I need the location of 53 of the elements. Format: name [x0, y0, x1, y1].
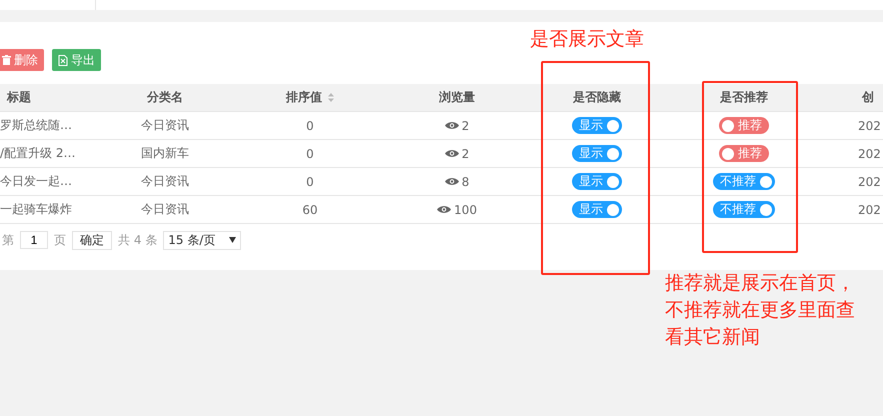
annotation-text: 是否展示文章	[530, 27, 644, 52]
table-cell-text: 今日资讯	[140, 117, 190, 134]
view-count: 2	[462, 146, 470, 160]
toggle-switch[interactable]: 显示	[572, 145, 622, 162]
trash-icon	[2, 55, 11, 65]
sort-icon[interactable]	[328, 93, 334, 102]
column-header: 分类名	[146, 89, 184, 106]
view-count: 100	[454, 202, 477, 216]
toggle-switch[interactable]: 显示	[572, 173, 622, 190]
total-count: 共 4 条	[118, 232, 158, 248]
table-cell-text: 60	[301, 202, 319, 218]
table-cell-text: 0	[305, 146, 315, 162]
table-cell-text: 202	[857, 202, 882, 218]
toggle-switch[interactable]: 推荐	[719, 117, 769, 134]
table-cell-text: 今日发一起…	[0, 173, 73, 190]
view-count: 2	[462, 118, 470, 132]
table-cell-text: 今日资讯	[140, 173, 190, 190]
column-header: 标题	[6, 89, 32, 106]
table-cell-text: /配置升级 2…	[0, 145, 76, 162]
toggle-switch[interactable]: 不推荐	[713, 173, 775, 190]
confirm-button[interactable]: 确定	[72, 230, 112, 250]
export-button[interactable]: 导出	[52, 49, 101, 71]
table-cell-text: 202	[857, 146, 882, 162]
page-input[interactable]: 1	[20, 231, 48, 249]
table-cell-text: 0	[305, 174, 315, 190]
toggle-switch[interactable]: 显示	[572, 117, 622, 134]
goto-label: 第	[2, 232, 14, 248]
table-cell-text: 0	[305, 118, 315, 134]
column-header: 是否隐藏	[572, 89, 622, 106]
spreadsheet-file-icon	[58, 54, 68, 66]
table-cell-text: 今日资讯	[140, 201, 190, 218]
table-cell-text: 202	[857, 118, 882, 134]
delete-button[interactable]: 删除	[0, 49, 44, 71]
table-cell-text: 罗斯总统随…	[0, 117, 73, 134]
eye-icon	[444, 177, 459, 186]
dropdown-caret-icon	[229, 237, 236, 243]
column-header: 浏览量	[438, 89, 476, 106]
toggle-switch[interactable]: 显示	[572, 201, 622, 218]
annotation-text: 推荐就是展示在首页，不推荐就在更多里面查看其它新闻	[665, 271, 856, 350]
table-cell-text: 一起骑车爆炸	[0, 201, 73, 218]
table-cell-text: 202	[857, 174, 882, 190]
eye-icon	[444, 149, 459, 158]
column-header: 创	[860, 89, 875, 106]
eye-icon	[437, 205, 452, 214]
table-cell-text: 国内新车	[140, 145, 190, 162]
page-size-select[interactable]: 15 条/页	[163, 230, 242, 250]
column-header: 是否推荐	[719, 89, 769, 106]
eye-icon	[444, 121, 459, 130]
toggle-switch[interactable]: 推荐	[719, 145, 769, 162]
view-count: 8	[462, 174, 470, 188]
column-header: 排序值	[230, 84, 390, 111]
toggle-switch[interactable]: 不推荐	[713, 201, 775, 218]
page-unit: 页	[54, 232, 66, 248]
